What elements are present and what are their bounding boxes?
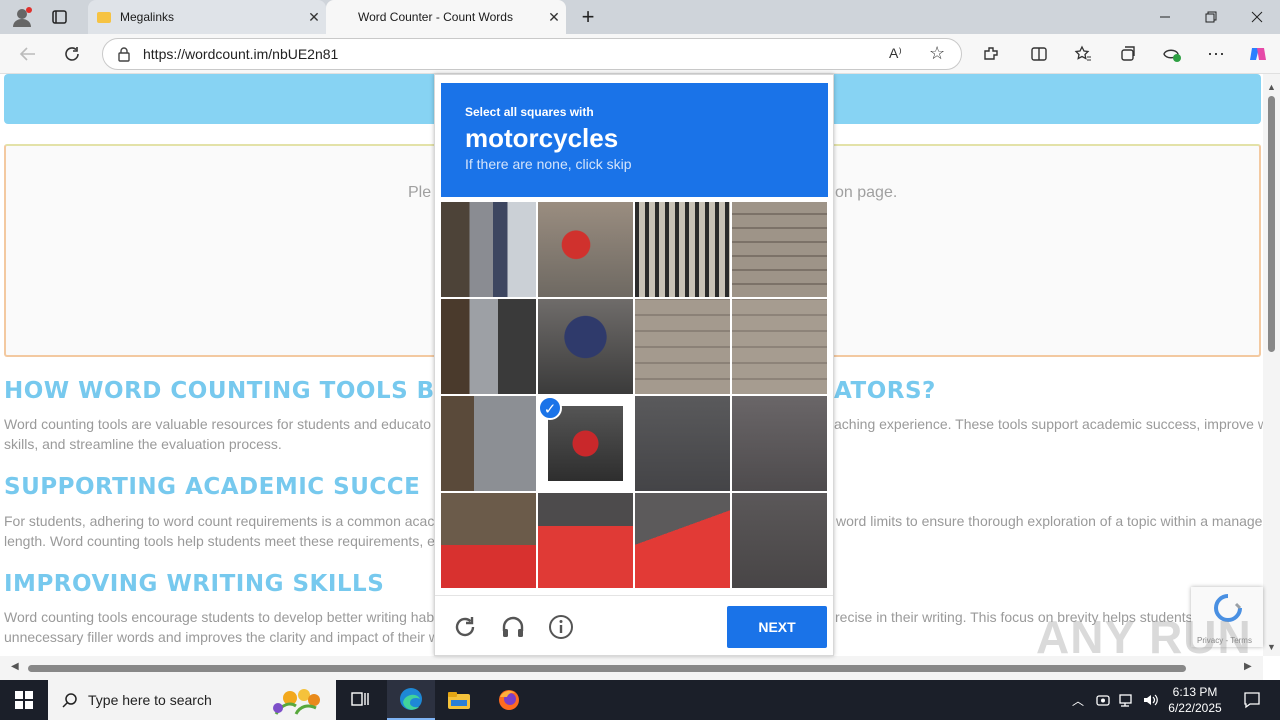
paragraph-line: Word counting tools encourage students t… [4,609,435,625]
next-button[interactable]: NEXT [727,606,827,648]
search-icon [62,692,78,708]
favorites-icon[interactable] [1069,41,1097,67]
captcha-grid: ✓ [441,202,828,589]
clock-date: 6/22/2025 [1168,701,1222,715]
meet-now-icon[interactable] [1092,680,1114,720]
tray-chevron-icon[interactable]: ︿ [1066,680,1090,720]
file-explorer-icon[interactable] [435,680,483,720]
captcha-tile[interactable] [538,202,633,297]
collections-icon[interactable] [1114,41,1142,67]
scrollbar-thumb[interactable] [28,665,1186,672]
paragraph-line: Word counting tools are valuable resourc… [4,416,431,432]
captcha-tile[interactable] [441,396,536,491]
system-clock[interactable]: 6:13 PM 6/22/2025 [1166,684,1224,716]
captcha-tile-selected[interactable]: ✓ [538,396,633,491]
scroll-down-icon[interactable]: ▼ [1267,642,1276,652]
captcha-tile[interactable] [635,396,730,491]
captcha-tile[interactable] [538,493,633,588]
vertical-scrollbar[interactable]: ▲ ▼ [1263,74,1280,656]
captcha-target: motorcycles [465,123,619,153]
profile-icon[interactable] [10,6,34,28]
new-tab-button[interactable]: + [576,4,600,30]
scrollbar-thumb[interactable] [1268,96,1275,352]
close-tab-icon[interactable]: ✕ [302,9,326,26]
notice-text-right: on page. [835,184,898,201]
captcha-tile[interactable] [635,493,730,588]
info-icon[interactable] [546,612,576,642]
captcha-instruction: Select all squares with [465,105,594,119]
browser-toolbar: https://wordcount.im/nbUE2n81 A⁾ ☆ ⋯ [0,34,1280,74]
paragraph-line: length. Word counting tools help student… [4,533,435,549]
minimize-button[interactable] [1142,0,1188,34]
section-heading: SUPPORTING ACADEMIC SUCCE [4,474,421,500]
captcha-header: Select all squares with motorcycles If t… [441,83,828,197]
read-aloud-icon[interactable]: A⁾ [889,45,902,62]
captcha-tile[interactable] [732,299,827,394]
tab-label: Word Counter - Count Words [358,10,513,24]
taskbar: Type here to search ︿ 6:13 PM 6/22/2025 [0,680,1280,720]
watermark: ANY RUN [1036,611,1252,663]
headphones-icon[interactable] [498,612,528,642]
lock-icon[interactable] [117,46,131,62]
extensions-icon[interactable] [977,41,1005,67]
refresh-page-icon[interactable] [58,41,86,67]
edge-taskbar-icon[interactable] [387,680,435,720]
section-heading: IMPROVING WRITING SKILLS [4,571,385,597]
close-tab-icon[interactable]: ✕ [542,9,566,26]
search-placeholder: Type here to search [88,692,212,708]
folder-icon [96,9,112,25]
paragraph-line-continued: word limits to ensure thorough explorati… [836,513,1263,529]
scroll-up-icon[interactable]: ▲ [1267,82,1276,92]
captcha-footer: NEXT [435,595,833,655]
favorite-star-icon[interactable]: ☆ [929,43,945,64]
captcha-tile[interactable] [732,202,827,297]
paragraph-line: unnecessary filler words and improves th… [4,629,439,645]
captcha-tile[interactable] [635,202,730,297]
tab-bar: Megalinks ✕ Word Counter - Count Words ✕… [0,0,1280,34]
split-screen-icon[interactable] [1025,41,1053,67]
search-highlight-flowers-icon [266,686,330,719]
captcha-hint: If there are none, click skip [465,156,632,172]
paragraph-line-continued: aching experience. These tools support a… [834,416,1263,432]
scroll-left-icon[interactable]: ◀ [11,661,19,672]
more-menu-icon[interactable]: ⋯ [1202,41,1230,67]
clock-time: 6:13 PM [1172,685,1218,699]
browser-essentials-icon[interactable] [1158,41,1186,67]
checkmark-icon: ✓ [538,396,562,420]
captcha-tile[interactable] [441,299,536,394]
captcha-tile[interactable] [635,299,730,394]
close-window-button[interactable] [1234,0,1280,34]
restore-button[interactable] [1188,0,1234,34]
tab-actions-icon[interactable] [50,8,70,26]
tile-image [548,406,623,481]
notice-text-left: Ple [408,184,432,201]
tab-label: Megalinks [120,10,175,24]
tab-word-counter[interactable]: Word Counter - Count Words ✕ [326,0,566,34]
paragraph-line: For students, adhering to word count req… [4,513,435,529]
paragraph-line: skills, and streamline the evaluation pr… [4,436,282,452]
captcha-tile[interactable] [732,396,827,491]
network-icon[interactable] [1115,680,1137,720]
captcha-tile[interactable] [538,299,633,394]
volume-icon[interactable] [1139,680,1161,720]
section-heading-continued: ATORS? [834,378,936,404]
back-icon[interactable] [14,41,42,67]
refresh-icon[interactable] [450,612,480,642]
section-heading: HOW WORD COUNTING TOOLS B [4,378,435,404]
captcha-tile[interactable] [732,493,827,588]
firefox-icon[interactable] [485,680,533,720]
taskbar-search-input[interactable]: Type here to search [48,680,336,720]
copilot-icon[interactable] [1244,41,1272,67]
address-bar[interactable]: https://wordcount.im/nbUE2n81 A⁾ ☆ [102,38,962,70]
url-text[interactable]: https://wordcount.im/nbUE2n81 [143,46,338,62]
task-view-icon[interactable] [336,680,384,720]
captcha-tile[interactable] [441,202,536,297]
captcha-challenge: Select all squares with motorcycles If t… [434,74,834,656]
tab-megalinks[interactable]: Megalinks ✕ [88,0,326,34]
notifications-icon[interactable] [1228,680,1276,720]
windows-start-icon[interactable] [0,680,48,720]
captcha-tile[interactable] [441,493,536,588]
